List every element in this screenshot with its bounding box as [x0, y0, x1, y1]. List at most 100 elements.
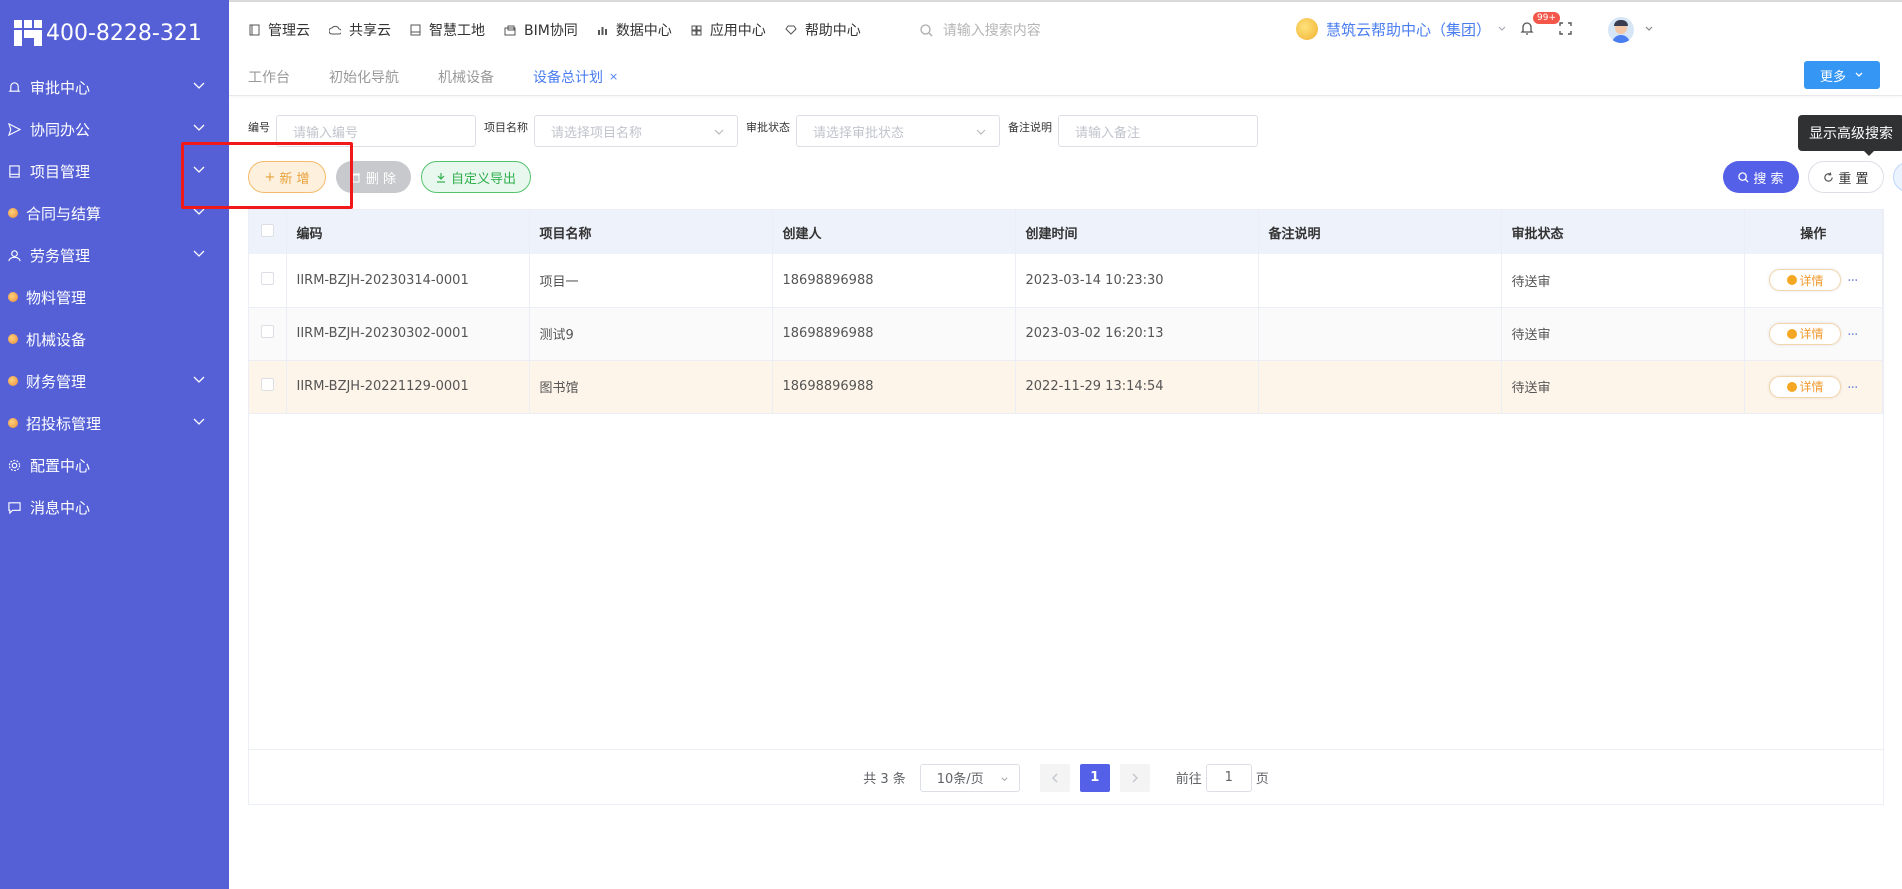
project-select[interactable]: 请选择项目名称	[534, 115, 738, 147]
remark-placeholder: 请输入备注	[1075, 125, 1141, 141]
select-all-cell[interactable]	[249, 210, 287, 254]
row-checkbox[interactable]	[261, 325, 274, 338]
download-icon	[436, 172, 445, 183]
sidebar-item-8[interactable]: 招投标管理	[0, 402, 229, 444]
org-badge-icon	[1296, 18, 1318, 40]
sidebar-item-9[interactable]: 配置中心	[0, 444, 229, 486]
send-icon	[6, 121, 22, 137]
tab-0[interactable]: 工作台	[248, 67, 290, 87]
sidebar-item-5[interactable]: 物料管理	[0, 276, 229, 318]
code-label: 编号	[248, 121, 270, 134]
project-placeholder: 请选择项目名称	[551, 125, 643, 141]
detail-button[interactable]: 详情	[1769, 375, 1842, 398]
sidebar-item-7[interactable]: 财务管理	[0, 360, 229, 402]
cell-code: IIRM-BZJH-20230314-0001	[286, 254, 530, 308]
cell-creator: 18698896988	[772, 360, 1016, 414]
topnav-item-2[interactable]: 智慧工地	[410, 20, 485, 40]
chevron-down-icon[interactable]	[193, 247, 205, 259]
search-label: 搜 索	[1753, 171, 1784, 187]
chevron-left-icon	[1051, 773, 1058, 782]
global-search[interactable]: 请输入搜索内容	[920, 20, 1041, 40]
chevron-down-icon	[976, 129, 986, 135]
row-select-cell[interactable]	[249, 360, 287, 414]
highlight-box	[181, 142, 353, 209]
next-page-button[interactable]	[1119, 763, 1150, 792]
chevron-down-icon[interactable]	[193, 121, 205, 133]
topnav-item-1[interactable]: 共享云	[329, 20, 391, 40]
status-select[interactable]: 请选择审批状态	[796, 115, 1000, 147]
more-circle-icon	[1786, 275, 1797, 286]
chevron-down-icon[interactable]	[193, 373, 205, 385]
advanced-search-toggle[interactable]	[1893, 162, 1902, 192]
detail-button[interactable]: 详情	[1769, 269, 1842, 292]
sidebar-item-4[interactable]: 劳务管理	[0, 234, 229, 276]
row-checkbox[interactable]	[261, 271, 274, 285]
ellipsis-icon[interactable]: ···	[1847, 380, 1858, 396]
page-size-select[interactable]: 10条/页	[919, 763, 1020, 792]
notification-bell-icon[interactable]	[1519, 20, 1535, 36]
ellipsis-icon[interactable]: ···	[1847, 327, 1858, 343]
export-label: 自定义导出	[450, 171, 516, 187]
gem-icon	[8, 418, 18, 428]
chevron-down-icon[interactable]	[1644, 24, 1654, 34]
fullscreen-icon[interactable]	[1559, 22, 1572, 35]
page-1-button[interactable]: 1	[1079, 763, 1110, 792]
sidebar-item-label: 财务管理	[26, 372, 87, 391]
header-created-time: 创建时间	[1015, 210, 1259, 254]
row-select-cell[interactable]	[249, 307, 287, 361]
topnav-item-6[interactable]: 帮助中心	[785, 20, 861, 40]
row-checkbox[interactable]	[261, 378, 274, 391]
tab-2[interactable]: 机械设备	[438, 67, 494, 87]
advanced-search-tooltip: 显示高级搜索	[1798, 115, 1902, 156]
status-placeholder: 请选择审批状态	[813, 125, 905, 141]
table-row[interactable]: IIRM-BZJH-20221129-0001 图书馆 18698896988 202…	[249, 360, 1883, 414]
gem-icon	[8, 208, 18, 218]
project-label: 项目名称	[484, 121, 528, 134]
org-switcher[interactable]: 慧筑云帮助中心（集团）	[1296, 18, 1507, 40]
cell-project: 图书馆	[529, 360, 773, 414]
export-button[interactable]: 自定义导出	[421, 161, 531, 193]
cell-remark	[1258, 307, 1502, 361]
search-icon	[920, 23, 933, 36]
goto-page: 前往 1 页	[1176, 763, 1269, 792]
sidebar-item-6[interactable]: 机械设备	[0, 318, 229, 360]
delete-label: 删 除	[365, 171, 397, 187]
sidebar-item-10[interactable]: 消息中心	[0, 486, 229, 528]
detail-button[interactable]: 详情	[1769, 322, 1842, 345]
sidebar-item-0[interactable]: 审批中心	[0, 66, 229, 108]
select-all-checkbox[interactable]	[261, 223, 274, 237]
topnav-item-5[interactable]: 应用中心	[691, 20, 766, 40]
more-button[interactable]: 更多	[1804, 61, 1880, 89]
table-row[interactable]: IIRM-BZJH-20230314-0001 项目一 18698896988 202…	[249, 254, 1883, 308]
remark-input[interactable]: 请输入备注	[1058, 115, 1258, 147]
row-select-cell[interactable]	[249, 254, 287, 308]
sidebar-item-label: 消息中心	[30, 498, 91, 517]
logo-mark-icon	[14, 18, 44, 48]
topnav-item-3[interactable]: BIM协同	[504, 20, 578, 40]
prev-page-button[interactable]	[1039, 763, 1070, 792]
search-button[interactable]: 搜 索	[1723, 161, 1799, 193]
topnav-label: 数据中心	[615, 23, 672, 39]
reset-button[interactable]: 重 置	[1808, 161, 1884, 193]
tab-equipment-plan[interactable]: 设备总计划 ×	[533, 67, 618, 87]
ellipsis-icon[interactable]: ···	[1847, 273, 1858, 289]
page-tabs: 工作台 初始化导航 机械设备 设备总计划 × 更多	[229, 58, 1902, 96]
topnav-label: 应用中心	[709, 23, 766, 39]
sidebar-item-label: 招投标管理	[26, 414, 102, 433]
chevron-down-icon	[1498, 26, 1506, 31]
table-row[interactable]: IIRM-BZJH-20230302-0001 测试9 18698896988 202…	[249, 307, 1883, 361]
chevron-down-icon[interactable]	[193, 79, 205, 91]
sidebar-item-label: 合同与结算	[26, 204, 102, 223]
close-icon[interactable]: ×	[609, 70, 618, 83]
topnav-item-4[interactable]: 数据中心	[597, 20, 672, 40]
avatar[interactable]	[1608, 17, 1634, 43]
sidebar-item-label: 项目管理	[30, 162, 91, 181]
topnav-item-0[interactable]: 管理云	[249, 20, 310, 40]
user-icon	[6, 247, 22, 263]
chevron-down-icon[interactable]	[193, 415, 205, 427]
tab-1[interactable]: 初始化导航	[329, 67, 399, 87]
search-input[interactable]: 请输入搜索内容	[943, 20, 1041, 40]
chart-icon	[597, 25, 612, 36]
topnav-label: 智慧工地	[429, 23, 485, 39]
goto-page-input[interactable]: 1	[1205, 763, 1252, 792]
